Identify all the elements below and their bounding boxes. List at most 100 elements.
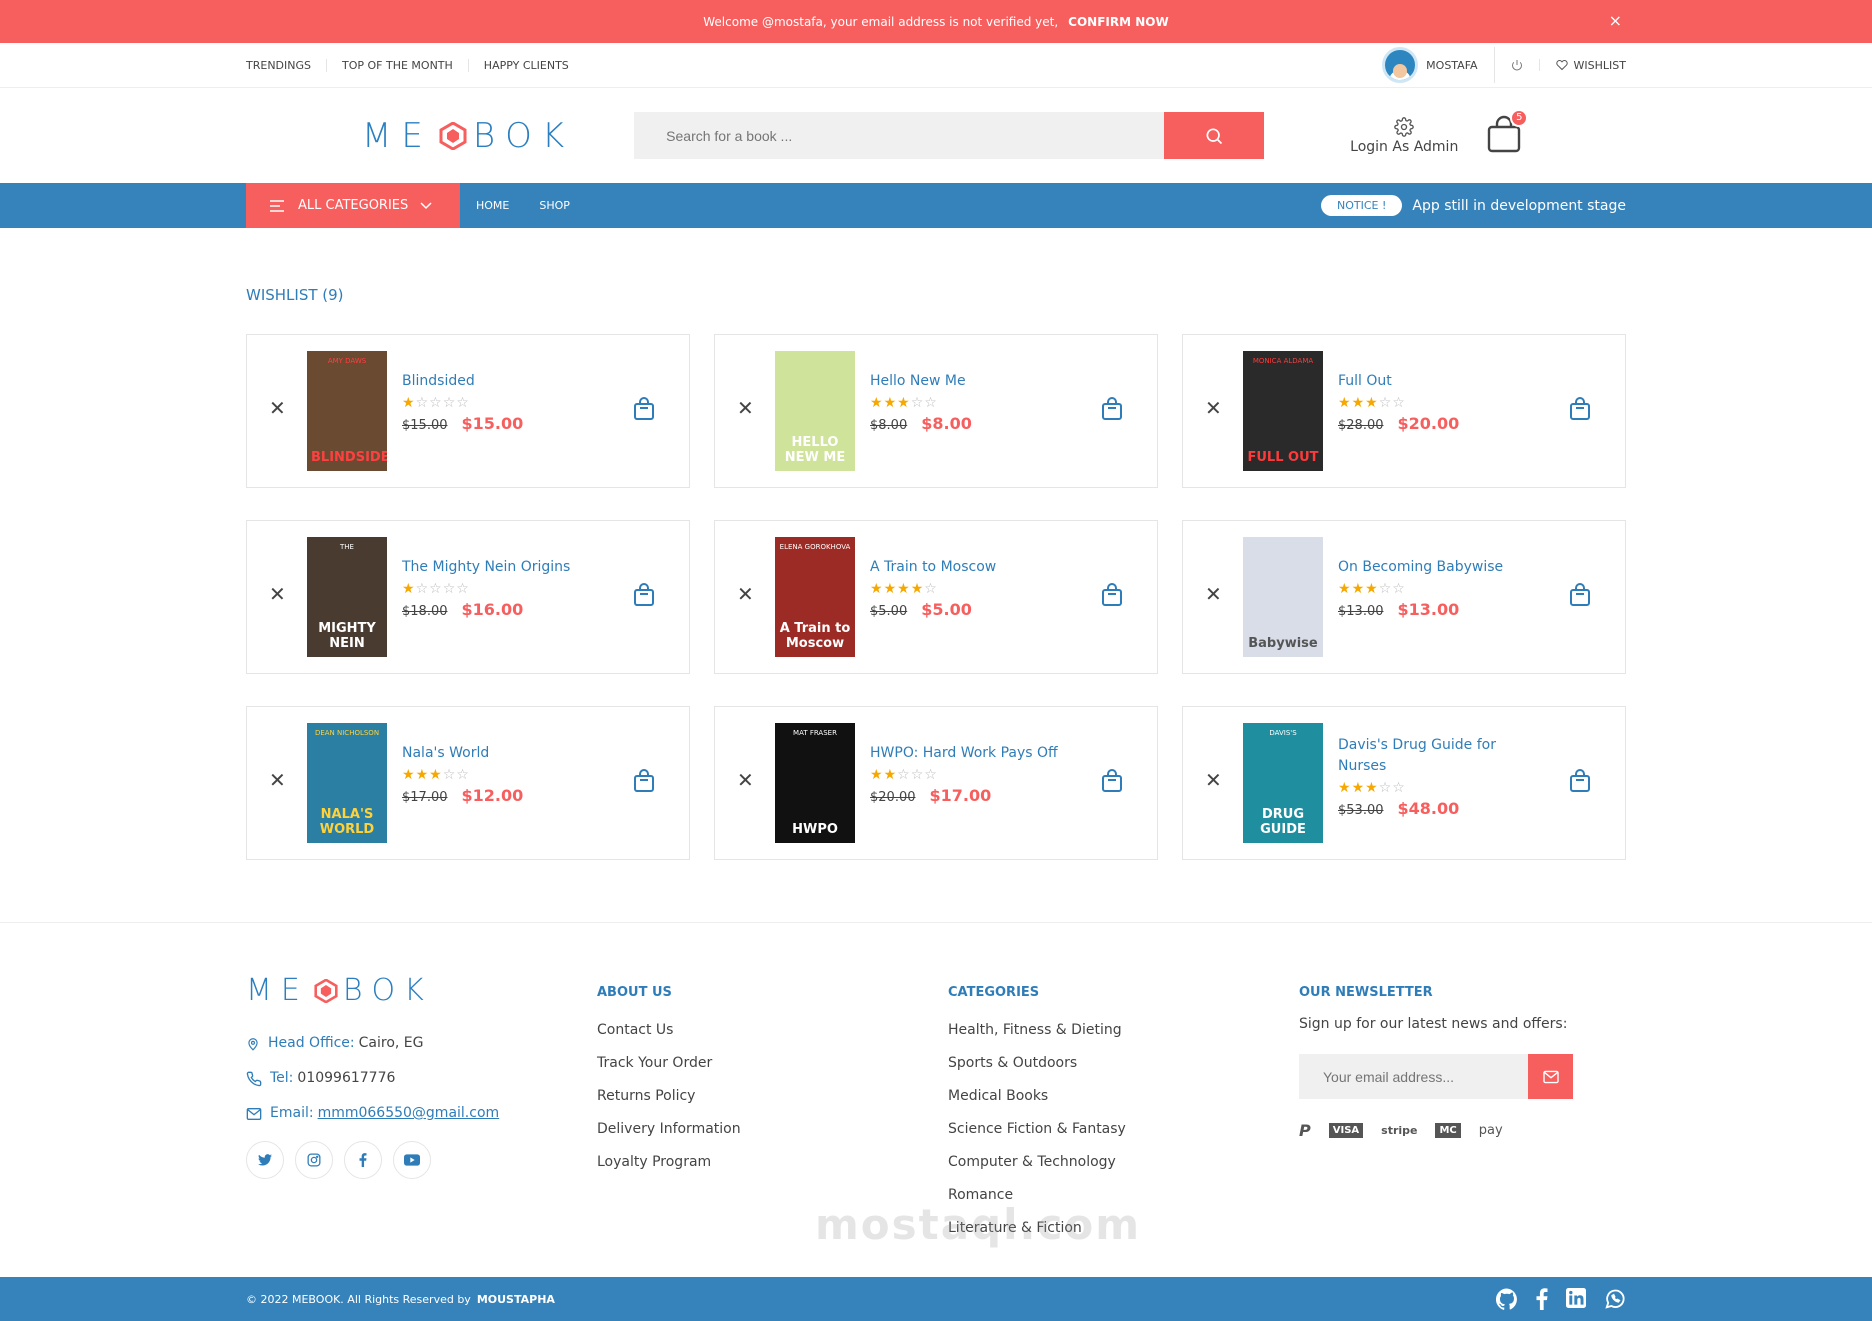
book-title[interactable]: Hello New Me [870,371,1070,392]
trendings-link[interactable]: TRENDINGS [246,59,326,72]
remove-icon[interactable]: ✕ [269,584,286,604]
remove-icon[interactable]: ✕ [737,584,754,604]
add-to-cart-icon[interactable] [633,583,655,611]
star-filled-icon: ★ [1365,780,1379,796]
book-cover[interactable]: MAT FRASER HWPO [775,723,855,843]
mail-icon [1542,1070,1559,1083]
newsletter-submit-button[interactable] [1528,1054,1573,1099]
book-cover[interactable]: HELLO NEW ME [775,351,855,471]
close-icon[interactable]: × [1609,11,1622,30]
remove-icon[interactable]: ✕ [1205,584,1222,604]
remove-icon[interactable]: ✕ [1205,770,1222,790]
book-title[interactable]: A Train to Moscow [870,557,1070,578]
logo-gem-icon [314,978,338,1003]
watermark: mostaql.com [815,1200,1141,1249]
instagram-icon[interactable] [295,1141,333,1179]
footer-about-link[interactable]: Track Your Order [597,1047,948,1080]
star-filled-icon: ★ [870,767,884,783]
add-to-cart-icon[interactable] [633,397,655,425]
email-link[interactable]: mmm066550@gmail.com [318,1096,500,1131]
footer-category-link[interactable]: Sports & Outdoors [948,1047,1299,1080]
star-empty-icon: ☆ [442,395,457,411]
logout-button[interactable] [1495,59,1540,71]
remove-icon[interactable]: ✕ [1205,398,1222,418]
user-menu[interactable]: MOSTAFA [1366,47,1495,83]
linkedin-icon[interactable] [1566,1288,1586,1310]
remove-icon[interactable]: ✕ [269,398,286,418]
footer-logo[interactable]: ME B OK [246,973,597,1008]
wishlist-card: ✕ HELLO NEW ME Hello New Me ★★★☆☆ $8.00 … [714,334,1158,488]
book-title[interactable]: Full Out [1338,371,1538,392]
book-title[interactable]: Nala's World [402,743,602,764]
footer-about-link[interactable]: Contact Us [597,1014,948,1047]
nav-shop[interactable]: SHOP [539,199,570,212]
book-title[interactable]: Blindsided [402,371,602,392]
search-input[interactable] [634,112,1165,159]
whatsapp-icon[interactable] [1604,1288,1626,1310]
add-to-cart-icon[interactable] [1569,397,1591,425]
twitter-icon[interactable] [246,1141,284,1179]
newsletter-email-input[interactable] [1299,1054,1528,1099]
star-empty-icon: ☆ [442,767,457,783]
star-filled-icon: ★ [402,395,416,411]
visa-icon: VISA [1328,1123,1364,1138]
add-to-cart-icon[interactable] [1569,769,1591,797]
footer-category-link[interactable]: Science Fiction & Fantasy [948,1113,1299,1146]
all-categories-button[interactable]: ALL CATEGORIES [246,183,460,228]
book-cover[interactable]: ELENA GOROKHOVA A Train to Moscow [775,537,855,657]
book-title[interactable]: On Becoming Babywise [1338,557,1538,578]
login-as-admin-button[interactable]: Login As Admin [1350,116,1458,155]
footer-about-link[interactable]: Delivery Information [597,1113,948,1146]
confirm-now-link[interactable]: CONFIRM NOW [1068,15,1169,29]
search-button[interactable] [1164,112,1265,159]
github-icon[interactable] [1496,1288,1518,1310]
gear-icon [1394,116,1414,137]
footer-category-link[interactable]: Medical Books [948,1080,1299,1113]
footer-about-link[interactable]: Loyalty Program [597,1146,948,1179]
old-price: $28.00 [1338,418,1384,433]
add-to-cart-icon[interactable] [633,769,655,797]
footer-category-link[interactable]: Health, Fitness & Dieting [948,1014,1299,1047]
footer-about-link[interactable]: Returns Policy [597,1080,948,1113]
facebook-icon[interactable] [344,1141,382,1179]
facebook-icon[interactable] [1536,1288,1548,1310]
newsletter-heading: OUR NEWSLETTER [1299,985,1433,1000]
add-to-cart-icon[interactable] [1101,769,1123,797]
remove-icon[interactable]: ✕ [737,398,754,418]
categories-heading: CATEGORIES [948,985,1040,1000]
add-to-cart-icon[interactable] [1569,583,1591,611]
remove-icon[interactable]: ✕ [737,770,754,790]
site-logo[interactable]: ME B OK [362,116,574,156]
about-us-heading: ABOUT US [597,985,672,1000]
star-empty-icon: ☆ [924,395,938,411]
book-title[interactable]: The Mighty Nein Origins [402,557,602,578]
wishlist-link[interactable]: WISHLIST [1540,59,1626,72]
remove-icon[interactable]: ✕ [269,770,286,790]
book-cover[interactable]: Babywise [1243,537,1323,657]
book-cover[interactable]: THE MIGHTY NEIN [307,537,387,657]
add-to-cart-icon[interactable] [1101,397,1123,425]
wishlist-card: ✕ ELENA GOROKHOVA A Train to Moscow A Tr… [714,520,1158,674]
star-empty-icon: ☆ [1378,581,1393,597]
wishlist-card: ✕ DAVIS'S DRUG GUIDE Davis's Drug Guide … [1182,706,1626,860]
happy-clients-link[interactable]: HAPPY CLIENTS [467,58,584,72]
current-price: $48.00 [1397,799,1460,818]
book-cover[interactable]: DEAN NICHOLSON NALA'S WORLD [307,723,387,843]
book-title[interactable]: Davis's Drug Guide for Nurses [1338,735,1538,777]
book-cover[interactable]: DAVIS'S DRUG GUIDE [1243,723,1323,843]
book-cover[interactable]: AMY DAWS BLINDSIDED [307,351,387,471]
star-filled-icon: ★ [1351,581,1366,597]
youtube-icon[interactable] [393,1141,431,1179]
rating-stars: ★★★☆☆ [1338,780,1538,796]
old-price: $15.00 [402,418,448,433]
wishlist-title: WISHLIST (9) [246,286,344,304]
star-filled-icon: ★ [883,581,898,597]
phone-info: Tel: 01099617776 [246,1061,597,1096]
nav-home[interactable]: HOME [476,199,509,212]
footer-category-link[interactable]: Computer & Technology [948,1146,1299,1179]
top-of-month-link[interactable]: TOP OF THE MONTH [326,58,468,72]
cart-button[interactable]: 5 [1486,108,1529,157]
book-cover[interactable]: MONICA ALDAMA FULL OUT [1243,351,1323,471]
add-to-cart-icon[interactable] [1101,583,1123,611]
book-title[interactable]: HWPO: Hard Work Pays Off [870,743,1070,764]
